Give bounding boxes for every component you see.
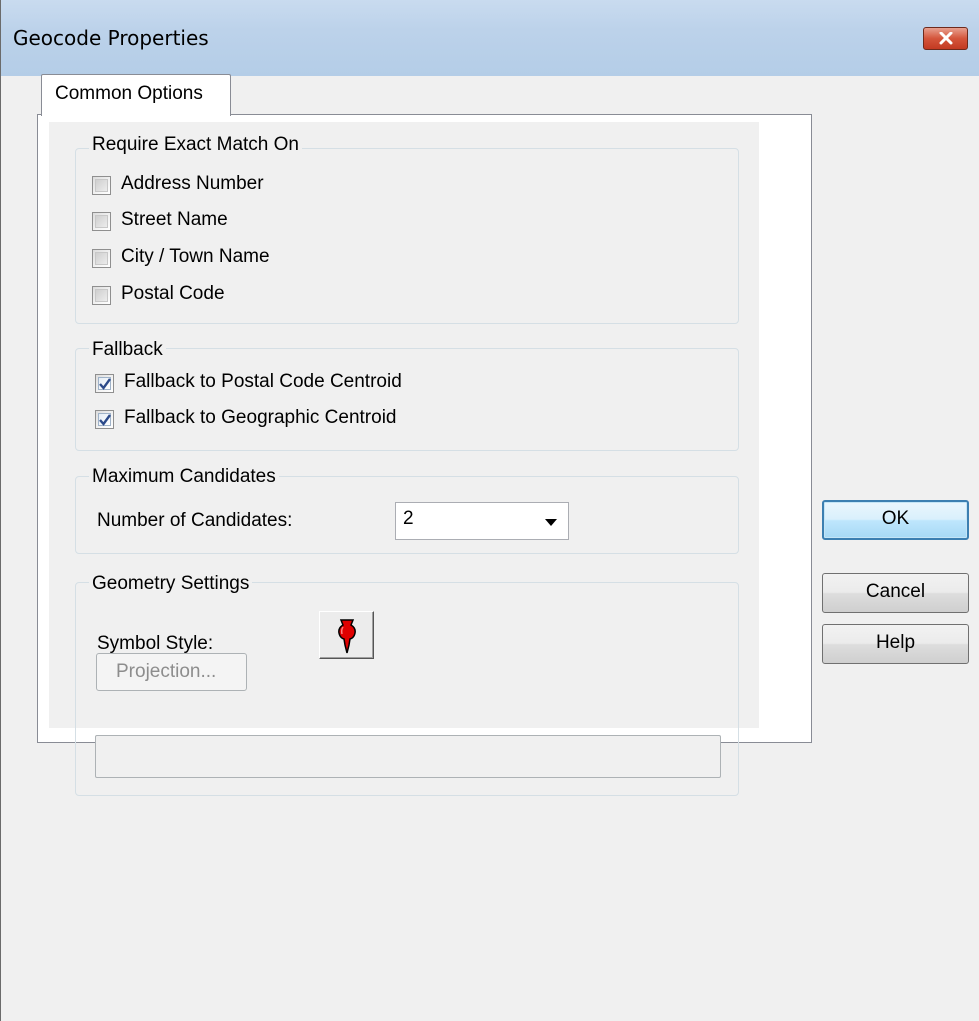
checkbox-box	[92, 176, 111, 195]
exact-match-group-title: Require Exact Match On	[89, 134, 302, 156]
checkbox-label: Fallback to Geographic Centroid	[124, 407, 397, 428]
projection-field	[95, 735, 721, 778]
checkbox-label: Street Name	[121, 209, 228, 230]
geometry-settings-group-title: Geometry Settings	[89, 573, 253, 595]
symbol-style-button[interactable]	[319, 611, 374, 659]
checkbox-label: Address Number	[121, 173, 264, 194]
symbol-style-label: Symbol Style:	[97, 633, 214, 654]
checkbox-label: City / Town Name	[121, 246, 270, 267]
checkmark-icon	[99, 414, 111, 426]
checkbox-box	[95, 374, 114, 393]
chevron-down-icon	[545, 519, 557, 526]
checkbox-box	[92, 249, 111, 268]
fallback-group	[75, 348, 739, 451]
tab-common-options[interactable]: Common Options	[41, 74, 231, 116]
checkbox-label: Fallback to Postal Code Centroid	[124, 371, 402, 392]
checkbox-box	[92, 286, 111, 305]
projection-button[interactable]: Projection...	[96, 653, 247, 691]
number-of-candidates-select[interactable]: 2	[395, 502, 569, 540]
max-candidates-group-title: Maximum Candidates	[89, 466, 279, 488]
help-button[interactable]: Help	[822, 624, 969, 664]
tab-label: Common Options	[55, 83, 203, 104]
red-pushpin-icon	[338, 619, 356, 654]
checkbox-box	[95, 410, 114, 429]
window-title: Geocode Properties	[13, 26, 209, 50]
projection-button-label: Projection...	[116, 661, 217, 682]
selected-value: 2	[403, 508, 414, 529]
title-bar: Geocode Properties	[1, 0, 979, 76]
checkbox-label: Postal Code	[121, 283, 225, 304]
ok-button[interactable]: OK	[822, 500, 969, 540]
close-icon	[939, 32, 953, 45]
geocode-properties-dialog: Geocode Properties Common Options Requir…	[0, 0, 979, 1021]
checkbox-box	[92, 212, 111, 231]
close-button[interactable]	[923, 27, 968, 50]
number-of-candidates-label: Number of Candidates:	[97, 510, 293, 531]
cancel-button[interactable]: Cancel	[822, 573, 969, 613]
checkmark-icon	[99, 378, 111, 390]
fallback-group-title: Fallback	[89, 339, 166, 361]
